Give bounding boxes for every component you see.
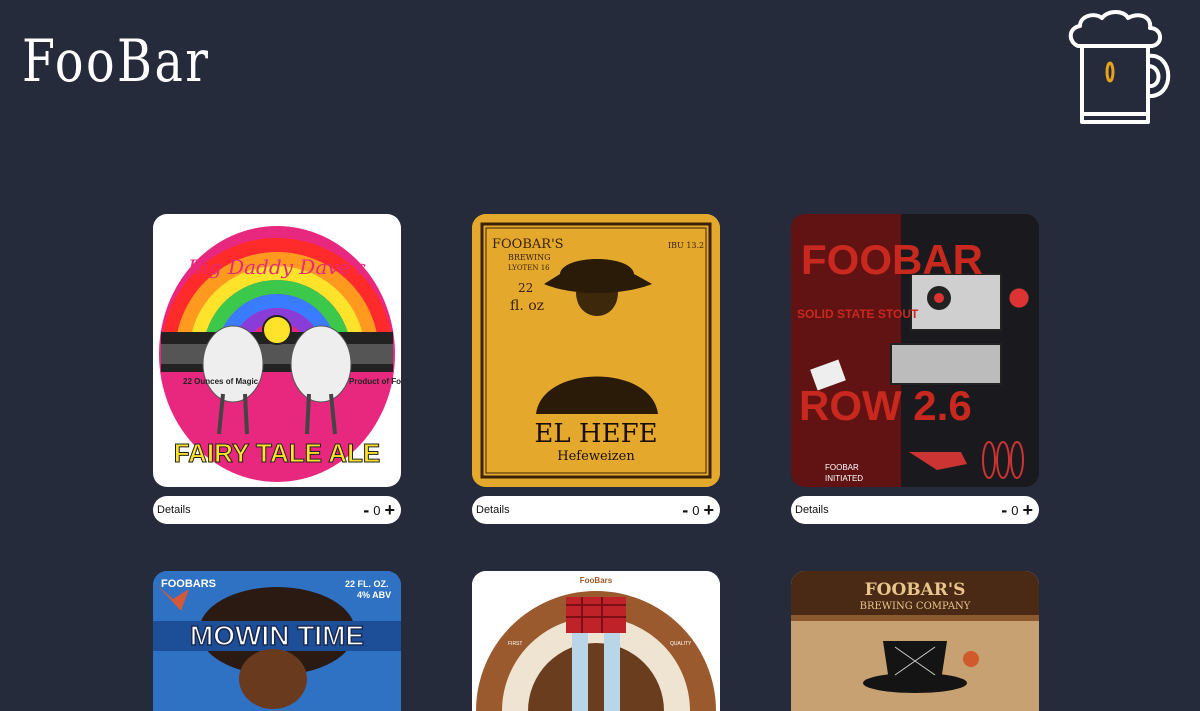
product-card: FooBars FIRST QUALITY — [472, 571, 720, 711]
product-label-image[interactable]: FOOBAR'S BREWING COMPANY — [791, 571, 1039, 711]
quantity-value: 0 — [1011, 502, 1019, 518]
svg-text:BREWING COMPANY: BREWING COMPANY — [860, 601, 971, 612]
product-label-image[interactable]: FOOBARS 22 FL. OZ. 4% ABV MOWIN TIME — [153, 571, 401, 711]
svg-text:FAIRY TALE ALE: FAIRY TALE ALE — [174, 438, 381, 468]
decrement-button[interactable]: - — [363, 501, 369, 519]
svg-text:4% ABV: 4% ABV — [357, 590, 391, 600]
brand-logo[interactable]: FooBar — [22, 32, 210, 90]
svg-text:INITIATED: INITIATED — [825, 474, 863, 483]
quantity-stepper: - 0 + — [363, 501, 395, 519]
svg-text:FOOBAR'S: FOOBAR'S — [492, 237, 564, 252]
product-card: FOOBAR SOLID STATE STOUT ROW 2.6 FOOBAR … — [791, 214, 1039, 524]
quantity-value: 0 — [373, 502, 381, 518]
product-controls: Details - 0 + — [472, 496, 720, 524]
product-card: Big Daddy Dave's 22 Ounces of Magic Prod… — [153, 214, 401, 524]
product-label-image[interactable]: FOOBAR SOLID STATE STOUT ROW 2.6 FOOBAR … — [791, 214, 1039, 487]
svg-text:22 FL. OZ.: 22 FL. OZ. — [345, 579, 389, 589]
svg-text:IBU 13.2: IBU 13.2 — [668, 241, 704, 250]
svg-text:FOOBAR: FOOBAR — [825, 463, 859, 472]
increment-button[interactable]: + — [384, 501, 395, 519]
product-card: FOOBAR'S BREWING COMPANY — [791, 571, 1039, 711]
beer-mug-icon[interactable] — [1066, 10, 1178, 128]
svg-text:FOOBAR: FOOBAR — [801, 236, 983, 283]
product-label-image[interactable]: FOOBAR'S BREWING LYOTEN 16 IBU 13.2 22 f… — [472, 214, 720, 487]
svg-text:FIRST: FIRST — [508, 641, 522, 647]
svg-text:22: 22 — [518, 281, 533, 295]
site-header: FooBar — [0, 0, 1200, 150]
decrement-button[interactable]: - — [682, 501, 688, 519]
product-card: FOOBARS 22 FL. OZ. 4% ABV MOWIN TIME — [153, 571, 401, 711]
details-button[interactable]: Details — [476, 504, 510, 516]
svg-text:FooBars: FooBars — [580, 576, 613, 585]
svg-text:FOOBARS: FOOBARS — [161, 578, 216, 590]
svg-text:MOWIN TIME: MOWIN TIME — [190, 620, 364, 651]
svg-text:BREWING: BREWING — [508, 253, 551, 262]
svg-text:fl. oz: fl. oz — [510, 298, 544, 314]
quantity-stepper: - 0 + — [1001, 501, 1033, 519]
product-label-image[interactable]: Big Daddy Dave's 22 Ounces of Magic Prod… — [153, 214, 401, 487]
increment-button[interactable]: + — [1022, 501, 1033, 519]
svg-text:Big Daddy Dave's: Big Daddy Dave's — [187, 255, 366, 279]
quantity-stepper: - 0 + — [682, 501, 714, 519]
decrement-button[interactable]: - — [1001, 501, 1007, 519]
svg-text:Hefeweizen: Hefeweizen — [557, 449, 635, 464]
product-controls: Details - 0 + — [791, 496, 1039, 524]
svg-text:22 Ounces of Magic: 22 Ounces of Magic — [183, 377, 259, 386]
product-label-image[interactable]: FooBars FIRST QUALITY — [472, 571, 720, 711]
svg-text:SOLID STATE STOUT: SOLID STATE STOUT — [797, 307, 919, 321]
details-button[interactable]: Details — [795, 504, 829, 516]
product-controls: Details - 0 + — [153, 496, 401, 524]
svg-text:FOOBAR'S: FOOBAR'S — [865, 580, 966, 600]
svg-text:EL HEFE: EL HEFE — [534, 419, 657, 449]
product-card: FOOBAR'S BREWING LYOTEN 16 IBU 13.2 22 f… — [472, 214, 720, 524]
increment-button[interactable]: + — [703, 501, 714, 519]
svg-text:LYOTEN 16: LYOTEN 16 — [508, 264, 550, 272]
svg-text:Product of FooBar: Product of FooBar — [349, 377, 401, 386]
svg-text:QUALITY: QUALITY — [670, 641, 692, 647]
quantity-value: 0 — [692, 502, 700, 518]
svg-text:ROW 2.6: ROW 2.6 — [799, 382, 972, 429]
details-button[interactable]: Details — [157, 504, 191, 516]
